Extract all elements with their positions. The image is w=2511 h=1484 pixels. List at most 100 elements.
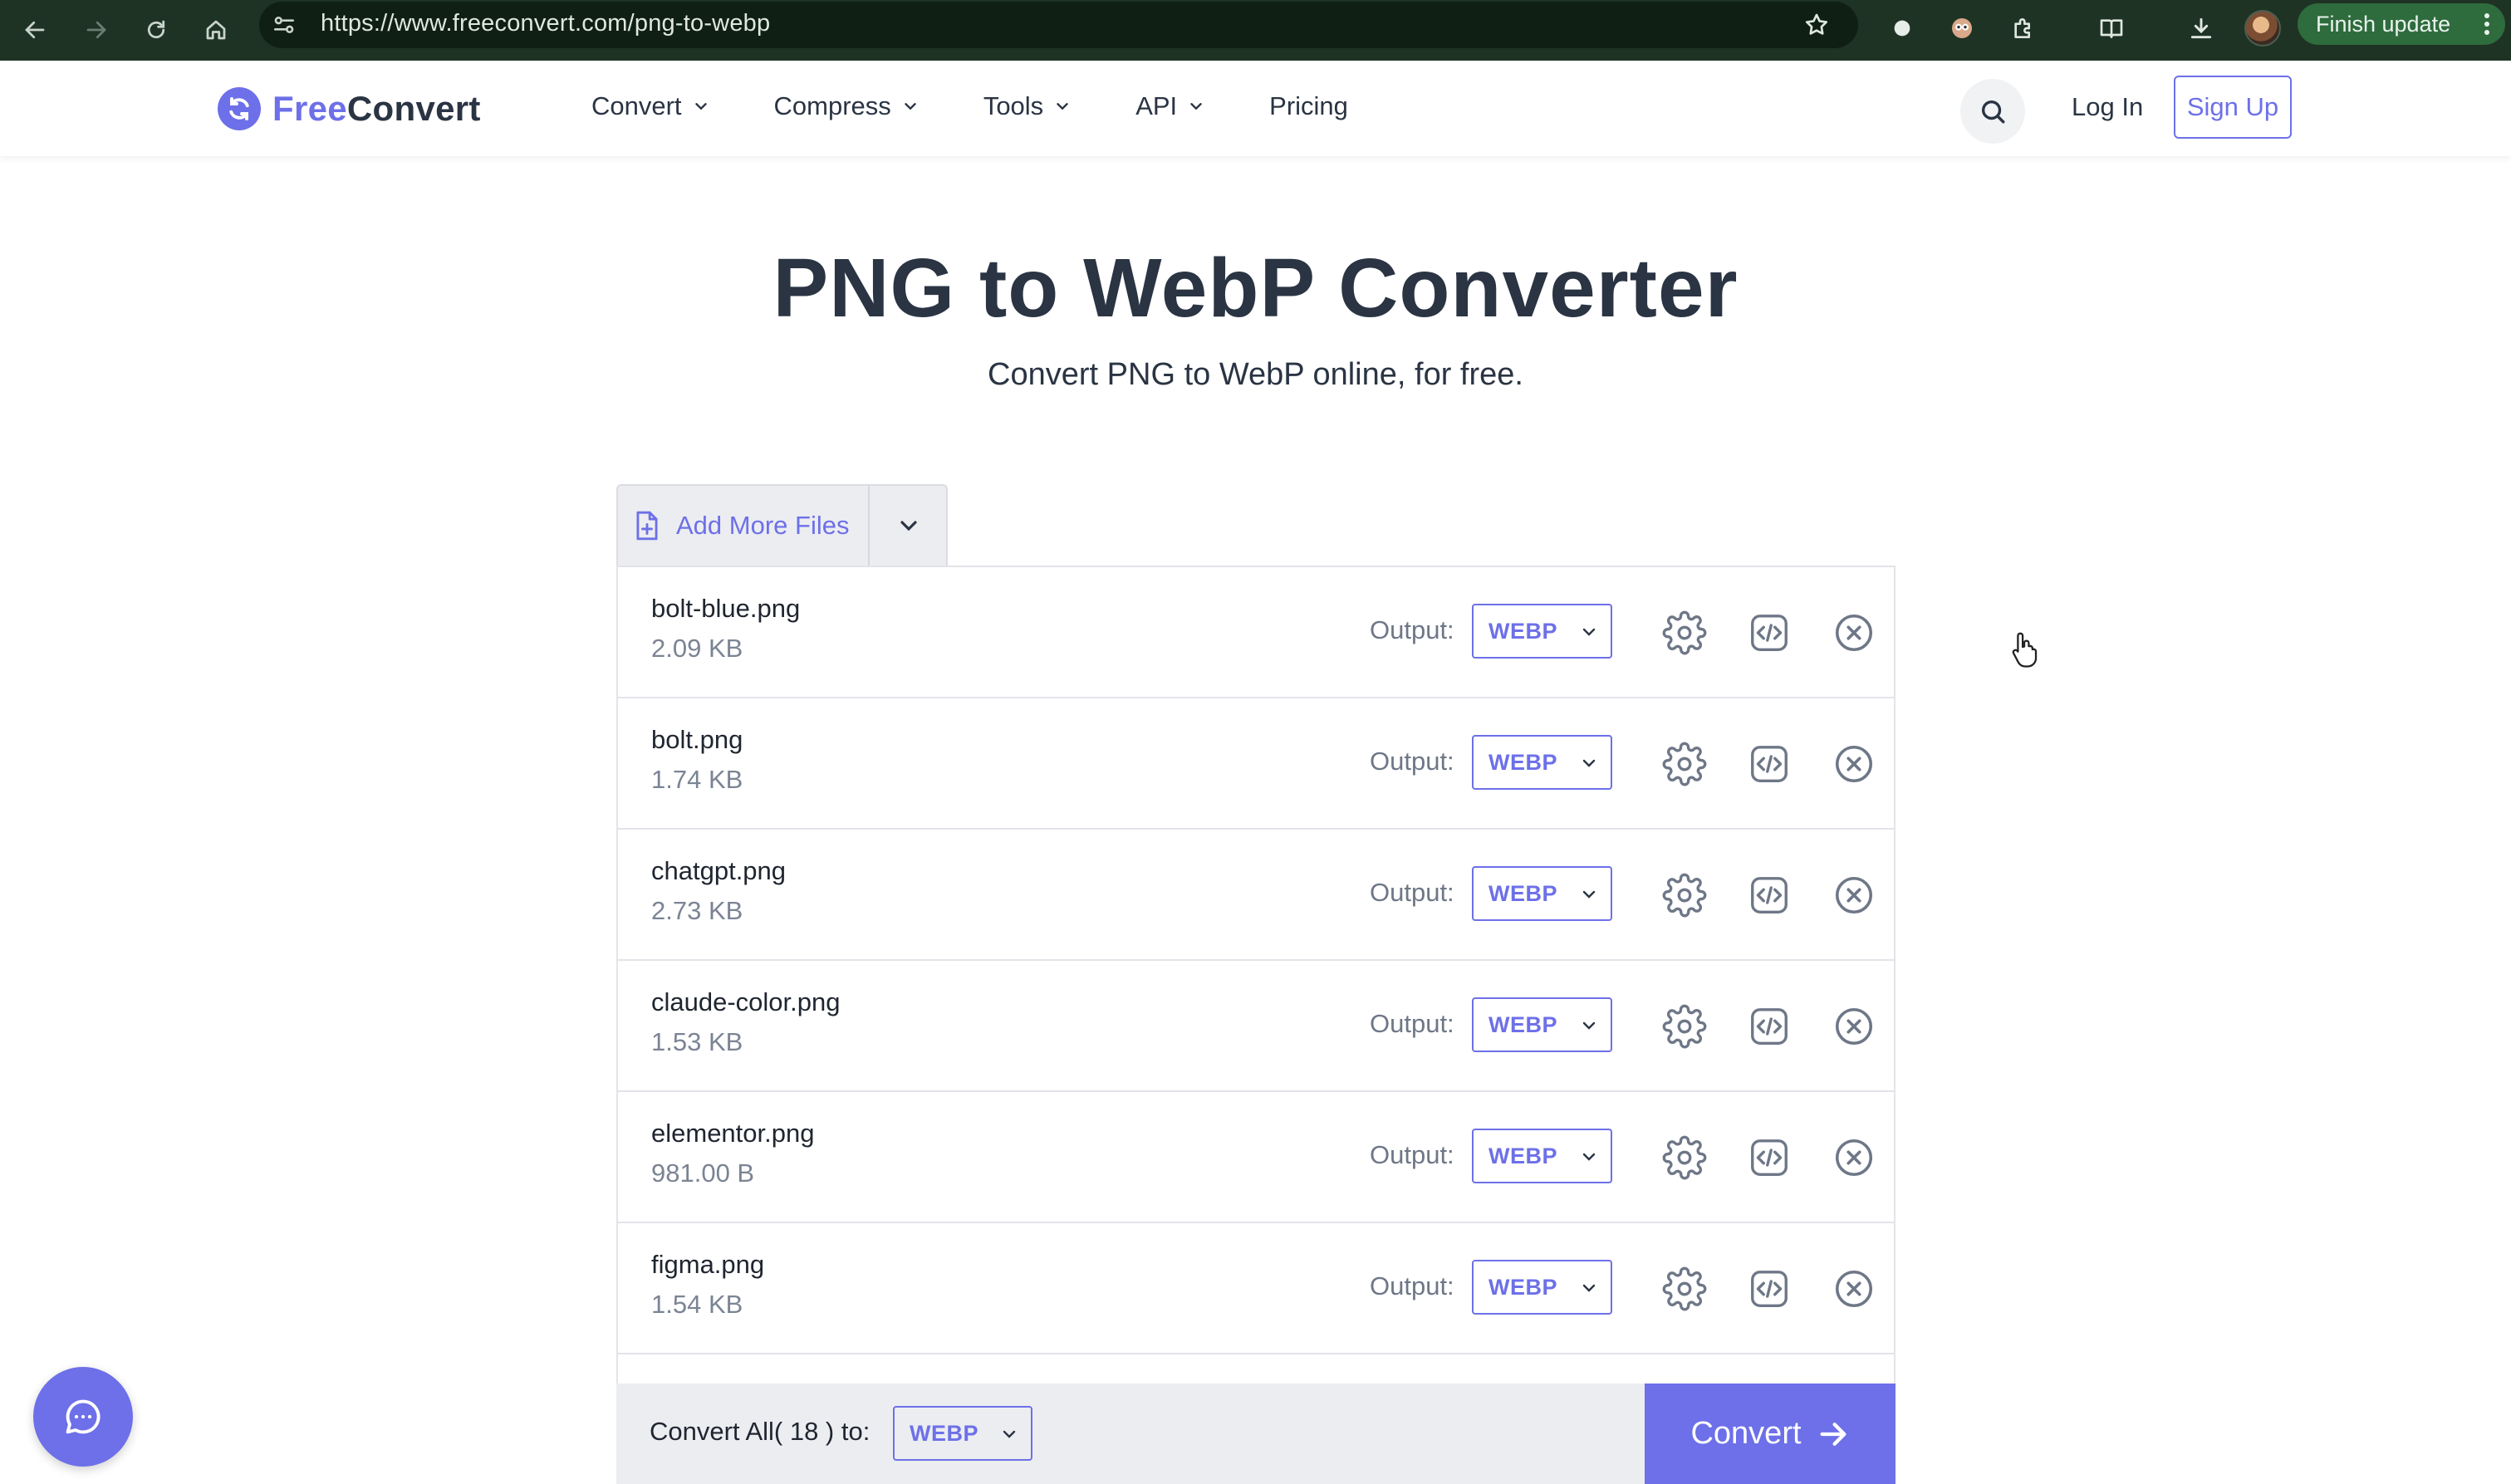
arrow-right-icon [1820,1422,1846,1446]
chat-bubble-icon [66,1399,101,1434]
nav-tools[interactable]: Tools [983,91,1072,121]
url-text[interactable]: https://www.freeconvert.com/png-to-webp [321,10,770,37]
chevron-down-icon [1582,759,1596,767]
remove-file-icon[interactable] [1830,740,1878,788]
output-format-select[interactable]: WEBP [1472,1260,1612,1315]
add-more-files-label: Add More Files [676,511,850,540]
file-size: 981.00 B [651,1158,755,1188]
chevron-down-icon [1190,103,1202,110]
convert-all-label: Convert All( 18 ) to: [650,1417,871,1446]
more-menu-icon[interactable] [2484,12,2490,37]
signup-button[interactable]: Sign Up [2174,76,2292,139]
search-button[interactable] [1960,79,2025,144]
file-row: bolt.png 1.74 KB Output: WEBP [618,697,1894,828]
page-title: PNG to WebP Converter [772,242,1739,335]
profile-avatar[interactable] [2244,10,2281,47]
nav-pricing-label: Pricing [1269,91,1348,120]
upload-source-dropdown[interactable] [870,486,948,566]
nav-pricing[interactable]: Pricing [1269,91,1348,121]
output-format-select[interactable]: WEBP [1472,866,1612,921]
output-label: Output: [1370,1009,1454,1038]
chevron-down-icon [1582,1021,1596,1030]
page-subtitle: Convert PNG to WebP online, for free. [988,357,1523,392]
settings-gear-icon[interactable] [1660,871,1709,919]
file-name: figma.png [651,1250,765,1279]
file-row: bolt-blue.png 2.09 KB Output: WEBP [618,566,1894,697]
settings-gear-icon[interactable] [1660,1002,1709,1051]
reading-list-icon[interactable] [2093,10,2130,47]
file-row: figma.png 1.54 KB Output: WEBP [618,1222,1894,1353]
back-icon[interactable] [13,8,56,51]
remove-file-icon[interactable] [1830,1265,1878,1313]
output-format-value: WEBP [1488,1144,1557,1168]
settings-gear-icon[interactable] [1660,609,1709,657]
output-label: Output: [1370,747,1454,776]
extension-owl-icon[interactable] [1944,10,1980,47]
reload-icon[interactable] [135,8,178,51]
freeconvert-logo[interactable]: FreeConvert [218,86,481,132]
output-format-select[interactable]: WEBP [1472,604,1612,659]
settings-gear-icon[interactable] [1660,1265,1709,1313]
embed-code-icon[interactable] [1745,1134,1793,1182]
remove-file-icon[interactable] [1830,609,1878,657]
hand-cursor-icon [2012,632,2038,668]
output-format-value: WEBP [1488,1275,1557,1300]
chevron-down-icon [1582,1153,1596,1161]
login-link[interactable]: Log In [2072,92,2143,122]
convert-button[interactable]: Convert [1645,1384,1896,1484]
nav-compress[interactable]: Compress [774,91,920,121]
remove-file-icon[interactable] [1830,871,1878,919]
finish-update-label: Finish update [2316,11,2451,37]
embed-code-icon[interactable] [1745,1265,1793,1313]
chevron-down-icon [1057,103,1068,110]
site-settings-icon[interactable] [271,12,297,38]
output-format-select[interactable]: WEBP [1472,997,1612,1052]
file-row-partial [618,1353,1894,1384]
nav-api[interactable]: API [1135,91,1205,121]
browser-toolbar: https://www.freeconvert.com/png-to-webp … [0,0,2511,61]
add-more-files-button[interactable]: Add More Files [618,486,869,566]
forward-icon[interactable] [75,8,118,51]
chevron-down-icon [900,521,917,531]
nav-api-label: API [1135,91,1178,120]
finish-update-button[interactable]: Finish update [2298,3,2505,45]
chevron-down-icon [905,103,916,110]
file-list[interactable]: bolt-blue.png 2.09 KB Output: WEBP bolt.… [616,566,1896,1384]
output-label: Output: [1370,615,1454,644]
remove-file-icon[interactable] [1830,1002,1878,1051]
file-name: elementor.png [651,1119,815,1148]
extension-chat-icon[interactable] [1884,10,1920,47]
chat-support-button[interactable] [33,1367,133,1467]
file-row: claude-color.png 1.53 KB Output: WEBP [618,959,1894,1090]
convert-bar: Convert All( 18 ) to: WEBP Convert [616,1384,1896,1484]
embed-code-icon[interactable] [1745,871,1793,919]
convert-all-format-value: WEBP [910,1421,978,1446]
settings-gear-icon[interactable] [1660,1134,1709,1182]
chevron-down-icon [1582,628,1596,636]
home-icon[interactable] [194,8,238,51]
embed-code-icon[interactable] [1745,609,1793,657]
bookmark-star-icon[interactable] [1803,12,1830,38]
extensions-puzzle-icon[interactable] [2005,10,2042,47]
settings-gear-icon[interactable] [1660,740,1709,788]
nav-compress-label: Compress [773,91,891,120]
file-name: bolt-blue.png [651,594,801,623]
chevron-down-icon [1003,1430,1016,1438]
logo-text-convert: Convert [346,89,481,128]
output-format-value: WEBP [1488,1012,1557,1037]
add-files-control: Add More Files [616,484,948,566]
file-size: 1.53 KB [651,1027,743,1056]
output-format-select[interactable]: WEBP [1472,1129,1612,1183]
address-bar[interactable]: https://www.freeconvert.com/png-to-webp [259,2,1858,48]
output-format-select[interactable]: WEBP [1472,735,1612,790]
nav-convert-label: Convert [591,91,682,120]
chevron-down-icon [1582,890,1596,899]
embed-code-icon[interactable] [1745,1002,1793,1051]
remove-file-icon[interactable] [1830,1134,1878,1182]
file-name: claude-color.png [651,987,841,1016]
convert-button-label: Convert [1690,1416,1802,1451]
nav-convert[interactable]: Convert [591,91,710,121]
downloads-icon[interactable] [2183,10,2219,47]
embed-code-icon[interactable] [1745,740,1793,788]
convert-all-format-select[interactable]: WEBP [893,1406,1032,1461]
